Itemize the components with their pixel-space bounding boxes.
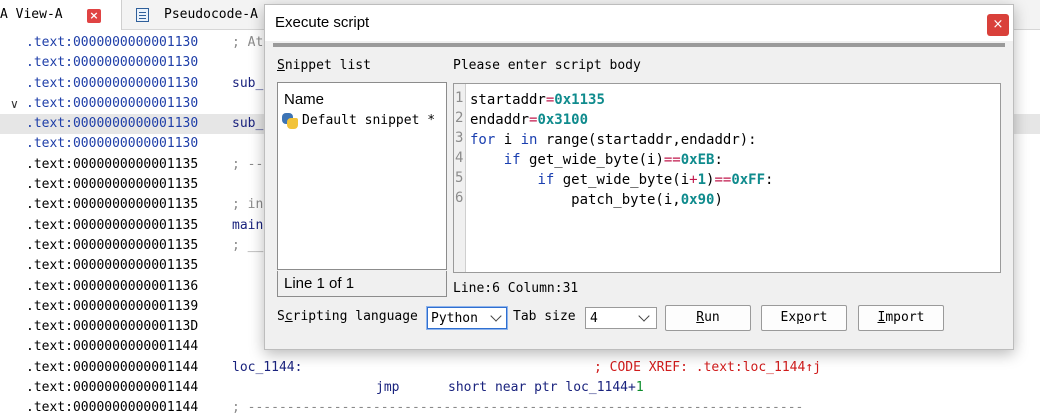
listing-address: .text:0000000000001144 [26, 359, 199, 375]
listing-address: .text:0000000000001136 [26, 278, 199, 294]
tab-pseudocode-label: Pseudocode-A [164, 7, 258, 22]
listing-address: .text:0000000000001135 [26, 177, 199, 193]
scripting-language-value: Python [431, 311, 478, 326]
line-number: 1 [455, 90, 464, 106]
export-button[interactable]: Export [761, 305, 847, 331]
code-line[interactable]: if get_wide_byte(i+1)==0xFF: [470, 170, 773, 190]
listing-address: .text:0000000000001130 [26, 55, 199, 71]
snippet-item[interactable]: Default snippet * [280, 111, 444, 133]
snippet-column-header[interactable]: Name [284, 91, 324, 108]
cursor-position: Line:6 Column:31 [453, 281, 579, 296]
code-line[interactable]: startaddr=0x1135 [470, 90, 773, 110]
listing-address: .text:0000000000001135 [26, 217, 199, 233]
script-editor[interactable]: 1 2 3 4 5 6 startaddr=0x1135 endaddr=0x3100 for… [453, 83, 1001, 273]
listing-address: .text:0000000000001135 [26, 237, 199, 253]
line-number: 3 [455, 130, 464, 146]
editor-status: Line:6 Column:31 [453, 281, 1001, 299]
listing-address: .text:0000000000001130 [26, 95, 199, 111]
listing-comment: ; in [232, 197, 264, 213]
tab-close-icon[interactable]: × [87, 9, 101, 23]
tab-pseudocode[interactable]: Pseudocode-A [124, 0, 274, 30]
line-number-gutter: 1 2 3 4 5 6 [454, 84, 466, 272]
divider [273, 43, 1005, 47]
scripting-language-label: Scripting language [277, 309, 418, 324]
listing-label[interactable]: sub_ [232, 114, 263, 134]
run-button[interactable]: Run [665, 305, 751, 331]
scripting-language-select[interactable]: Python [426, 306, 508, 330]
listing-address: .text:0000000000001139 [26, 298, 199, 314]
snippet-footer: Line 1 of 1 [277, 271, 447, 297]
listing-address: .text:0000000000001130 [26, 35, 199, 50]
listing-row[interactable]: .text:0000000000001144 loc_1144: ; CODE XR… [0, 358, 1040, 378]
snippet-count: Line 1 of 1 [284, 275, 355, 292]
listing-label[interactable]: sub_ [232, 74, 263, 94]
instruction: jmp short near ptr loc_1144+1 [376, 378, 644, 398]
snippet-list-label: Snippet list [277, 58, 371, 73]
listing-address: .text:0000000000001144 [26, 400, 199, 416]
code-line[interactable]: patch_byte(i,0x90) [470, 190, 773, 210]
snippet-list[interactable]: Name Default snippet * [277, 82, 447, 270]
instruction-mnemonic: jmp [376, 380, 400, 396]
code-area[interactable]: startaddr=0x1135 endaddr=0x3100 for i in r… [470, 90, 773, 210]
listing-comment: ; At [232, 35, 264, 50]
snippet-item-label: Default snippet * [302, 113, 436, 128]
dialog-title: Execute script [275, 14, 370, 31]
line-number: 5 [455, 170, 464, 186]
listing-comment: ; __ [232, 237, 264, 253]
listing-address: .text:000000000000113D [26, 319, 199, 335]
line-number: 6 [455, 190, 464, 206]
chevron-down-icon [490, 310, 502, 322]
listing-address: .text:0000000000001144 [26, 339, 199, 355]
listing-address: .text:0000000000001130 [26, 136, 199, 152]
python-icon [282, 113, 298, 129]
collapse-chevron-icon[interactable]: ∨ [10, 94, 19, 114]
listing-address: .text:0000000000001144 [26, 380, 199, 396]
dialog-titlebar[interactable]: Execute script × [265, 5, 1013, 41]
code-line[interactable]: endaddr=0x3100 [470, 110, 773, 130]
listing-row[interactable]: .text:0000000000001144 ; ----------------… [0, 398, 1040, 416]
code-line[interactable]: for i in range(startaddr,endaddr): [470, 130, 773, 150]
script-body-label: Please enter script body [453, 58, 641, 73]
chevron-down-icon [638, 310, 650, 322]
listing-address: .text:0000000000001135 [26, 156, 199, 172]
listing-label[interactable]: loc_1144: [232, 358, 302, 378]
listing-address: .text:0000000000001130 [26, 75, 199, 91]
listing-label[interactable]: main [232, 216, 263, 236]
listing-comment: ; --------------------------------------… [232, 400, 804, 416]
tab-size-label: Tab size [513, 309, 576, 324]
line-number: 2 [455, 110, 464, 126]
tab-size-value: 4 [590, 311, 598, 326]
execute-script-dialog: Execute script × Snippet list Please ent… [264, 4, 1014, 350]
listing-address: .text:0000000000001135 [26, 258, 199, 274]
close-icon[interactable]: × [987, 14, 1009, 36]
listing-address: .text:0000000000001130 [26, 116, 199, 132]
line-number: 4 [455, 150, 464, 166]
instruction-operand[interactable]: short near ptr loc_1144+1 [448, 378, 644, 398]
listing-comment: ; -- [232, 156, 264, 172]
tab-ida-view[interactable]: A View-A × [0, 0, 122, 30]
tab-ida-view-label: A View-A [0, 7, 63, 22]
code-line[interactable]: if get_wide_byte(i)==0xEB: [470, 150, 773, 170]
pseudocode-icon [136, 8, 149, 22]
listing-address: .text:0000000000001135 [26, 197, 199, 213]
tab-size-select[interactable]: 4 [585, 307, 657, 329]
import-button[interactable]: Import [858, 305, 944, 331]
listing-row[interactable]: .text:0000000000001144 jmp short near ptr … [0, 378, 1040, 398]
code-xref-comment[interactable]: ; CODE XREF: .text:loc_1144↑j [594, 358, 821, 378]
